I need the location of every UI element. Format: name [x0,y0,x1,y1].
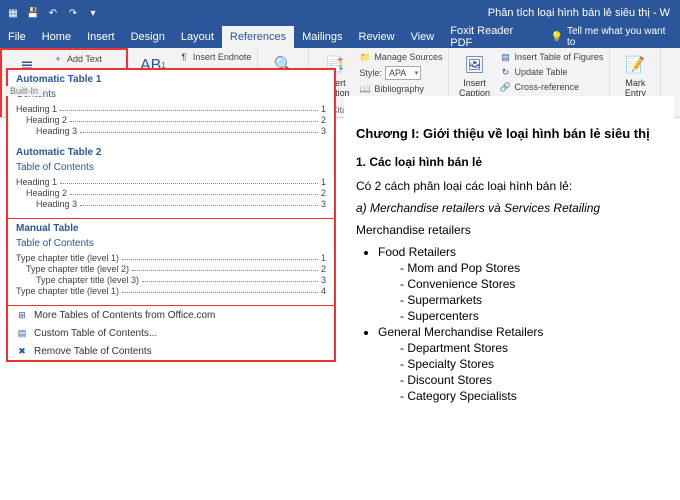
tab-view[interactable]: View [403,26,443,48]
list-item: Mom and Pop Stores [400,261,662,275]
bibliography-button[interactable]: 📖Bibliography [357,82,444,96]
endnote-icon: ¶ [178,51,190,63]
undo-icon[interactable]: ↶ [46,6,60,20]
redo-icon[interactable]: ↷ [66,6,80,20]
list-item: Supermarkets [400,293,662,307]
quick-access-toolbar: ▦ 💾 ↶ ↷ ▾ [6,6,100,20]
doc-section-heading: 1. Các loại hình bán lẻ [356,155,662,169]
document-page[interactable]: Chương I: Giới thiệu về loại hình bán lẻ… [344,96,674,496]
toc-gallery-dropdown: Automatic Table 1 Contents Heading 11 He… [6,68,336,362]
tell-me[interactable]: 💡 Tell me what you want to [545,26,680,48]
toc-row: Heading 33 [16,126,326,136]
toc-row: Heading 22 [16,115,326,125]
doc-paragraph: Merchandise retailers [356,223,662,237]
toc-row: Heading 33 [16,199,326,209]
insert-tof-button[interactable]: ▤Insert Table of Figures [497,50,605,64]
tab-insert[interactable]: Insert [79,26,123,48]
office-icon: ⊞ [16,309,28,321]
auto2-header: Automatic Table 2 [16,147,326,158]
custom-icon: ▤ [16,327,28,339]
tab-design[interactable]: Design [123,26,173,48]
more-tables-item[interactable]: ⊞More Tables of Contents from Office.com [8,306,334,324]
toc-row: Heading 11 [16,104,326,114]
list-item: Specialty Stores [400,357,662,371]
remove-toc-item[interactable]: ✖Remove Table of Contents [8,342,334,360]
list-item: Discount Stores [400,373,662,387]
update-table2-button[interactable]: ↻Update Table [497,65,605,79]
toc-row: Type chapter title (level 3)3 [16,275,326,285]
tab-file[interactable]: File [0,26,34,48]
tof-icon: ▤ [499,51,511,63]
manual-header: Manual Table [16,223,326,234]
crossref-icon: 🔗 [499,81,511,93]
toc-row: Type chapter title (level 2)2 [16,264,326,274]
insert-endnote-button[interactable]: ¶Insert Endnote [176,50,254,64]
caption-icon: 🖼 [463,55,485,77]
built-in-label: Built-In [6,86,42,96]
update2-icon: ↻ [499,66,511,78]
doc-list: Food Retailers Mom and Pop Stores Conven… [356,245,662,403]
word-icon: ▦ [6,6,20,20]
list-item: Supercenters [400,309,662,323]
biblio-icon: 📖 [359,83,371,95]
ribbon-tabs: File Home Insert Design Layout Reference… [0,26,680,48]
mark-entry-icon: 📝 [624,55,646,77]
tab-foxit[interactable]: Foxit Reader PDF [442,26,544,48]
qat-more-icon[interactable]: ▾ [86,6,100,20]
add-text-button[interactable]: +Add Text [50,52,122,66]
doc-paragraph: Có 2 cách phân loại các loại hình bán lẻ… [356,179,662,193]
titlebar: ▦ 💾 ↶ ↷ ▾ Phân tích loại hình bán lẻ siê… [0,0,680,26]
add-text-icon: + [52,53,64,65]
manage-sources-button[interactable]: 📁Manage Sources [357,50,444,64]
tab-layout[interactable]: Layout [173,26,222,48]
toc-row: Type chapter title (level 1)4 [16,286,326,296]
list-item: Department Stores [400,341,662,355]
window-title: Phân tích loại hình bán lẻ siêu thị - W [488,7,674,19]
lightbulb-icon: 💡 [551,32,563,43]
manual-toc: Table of Contents [16,238,326,249]
tab-references[interactable]: References [222,26,294,48]
toc-row: Heading 11 [16,177,326,187]
gallery-auto1[interactable]: Automatic Table 1 Contents Heading 11 He… [8,70,334,219]
save-icon[interactable]: 💾 [26,6,40,20]
style-select[interactable]: Style: APA [357,65,444,81]
cross-reference-button[interactable]: 🔗Cross-reference [497,80,605,94]
remove-icon: ✖ [16,345,28,357]
doc-paragraph: a) Merchandise retailers và Services Ret… [356,201,662,215]
auto1-header: Automatic Table 1 [16,74,326,85]
tab-review[interactable]: Review [351,26,403,48]
custom-toc-item[interactable]: ▤Custom Table of Contents... [8,324,334,342]
sources-icon: 📁 [359,51,371,63]
auto1-contents: Contents [16,89,326,100]
list-item: Food Retailers Mom and Pop Stores Conven… [378,245,662,323]
style-dropdown[interactable]: APA [385,66,421,80]
list-item: Category Specialists [400,389,662,403]
tell-me-label: Tell me what you want to [567,26,674,48]
toc-row: Heading 22 [16,188,326,198]
auto2-toc: Table of Contents [16,162,326,173]
toc-row: Type chapter title (level 1)1 [16,253,326,263]
list-item: Convenience Stores [400,277,662,291]
list-item: General Merchandise Retailers Department… [378,325,662,403]
tab-mailings[interactable]: Mailings [294,26,350,48]
doc-chapter-heading: Chương I: Giới thiệu về loại hình bán lẻ… [356,126,662,141]
tab-home[interactable]: Home [34,26,79,48]
gallery-manual[interactable]: Manual Table Table of Contents Type chap… [8,219,334,306]
